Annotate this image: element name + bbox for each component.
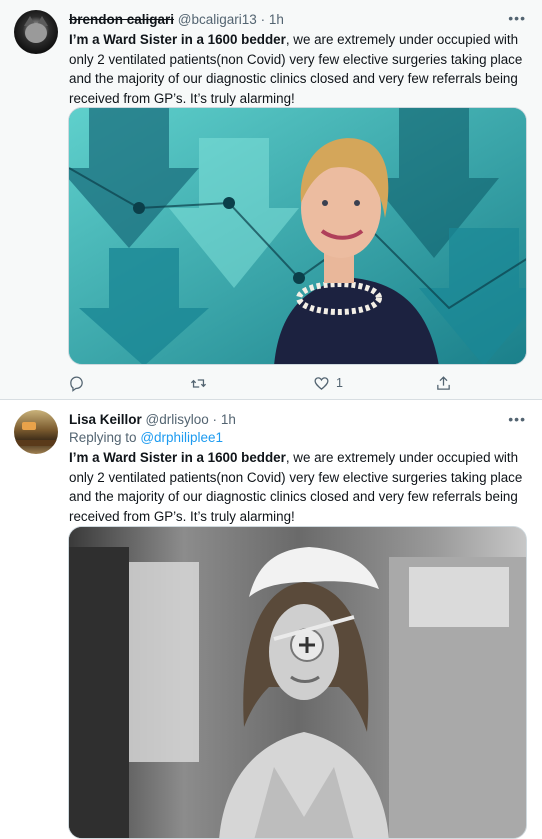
like-button[interactable]: 1: [313, 373, 343, 393]
share-icon: [437, 375, 450, 390]
tweet[interactable]: Lisa Keillor @drlisyloo · 1h ••• Replyin…: [0, 401, 542, 839]
more-options-icon[interactable]: •••: [508, 10, 526, 26]
display-name[interactable]: brendon caligari: [69, 12, 174, 27]
retweet-icon: [190, 378, 207, 388]
timestamp[interactable]: 1h: [269, 12, 284, 27]
more-options-icon[interactable]: •••: [508, 411, 526, 427]
reply-button[interactable]: [68, 373, 85, 393]
retweet-button[interactable]: [190, 373, 207, 393]
tweet-header: brendon caligari @bcaligari13 · 1h: [69, 12, 284, 27]
tweet-image[interactable]: [68, 526, 527, 839]
share-button[interactable]: [435, 373, 452, 393]
user-handle[interactable]: @bcaligari13: [178, 12, 257, 27]
tweet-text: I’m a Ward Sister in a 1600 bedder, we a…: [69, 448, 529, 526]
user-handle[interactable]: @drlisyloo: [146, 412, 209, 427]
separator: ·: [212, 412, 218, 427]
avatar-lamp: [22, 422, 36, 430]
replying-to-label: Replying to: [69, 430, 137, 445]
separator: ·: [260, 12, 266, 27]
reply-icon: [70, 375, 83, 392]
replying-to: Replying to @drphiliplee1: [69, 430, 223, 445]
replying-to-handle-link[interactable]: @drphiliplee1: [140, 430, 223, 445]
image-graphic: [69, 108, 526, 364]
tweet-header: Lisa Keillor @drlisyloo · 1h: [69, 412, 236, 427]
tweet-text: I’m a Ward Sister in a 1600 bedder, we a…: [69, 30, 529, 108]
timestamp[interactable]: 1h: [221, 412, 236, 427]
tweet-image[interactable]: [68, 107, 527, 365]
tweet-text-bold: I’m a Ward Sister in a 1600 bedder: [69, 32, 286, 47]
display-name[interactable]: Lisa Keillor: [69, 412, 142, 427]
avatar[interactable]: [14, 410, 58, 454]
avatar-cat-face: [25, 23, 47, 43]
avatar-desk: [14, 440, 58, 446]
tweet-actions: 1: [68, 373, 528, 393]
tweet[interactable]: brendon caligari @bcaligari13 · 1h ••• I…: [0, 0, 542, 400]
image-graphic: [69, 527, 526, 838]
avatar[interactable]: [14, 10, 58, 54]
heart-icon: [314, 376, 329, 390]
tweet-text-bold: I’m a Ward Sister in a 1600 bedder: [69, 450, 286, 465]
like-count: 1: [336, 376, 343, 390]
